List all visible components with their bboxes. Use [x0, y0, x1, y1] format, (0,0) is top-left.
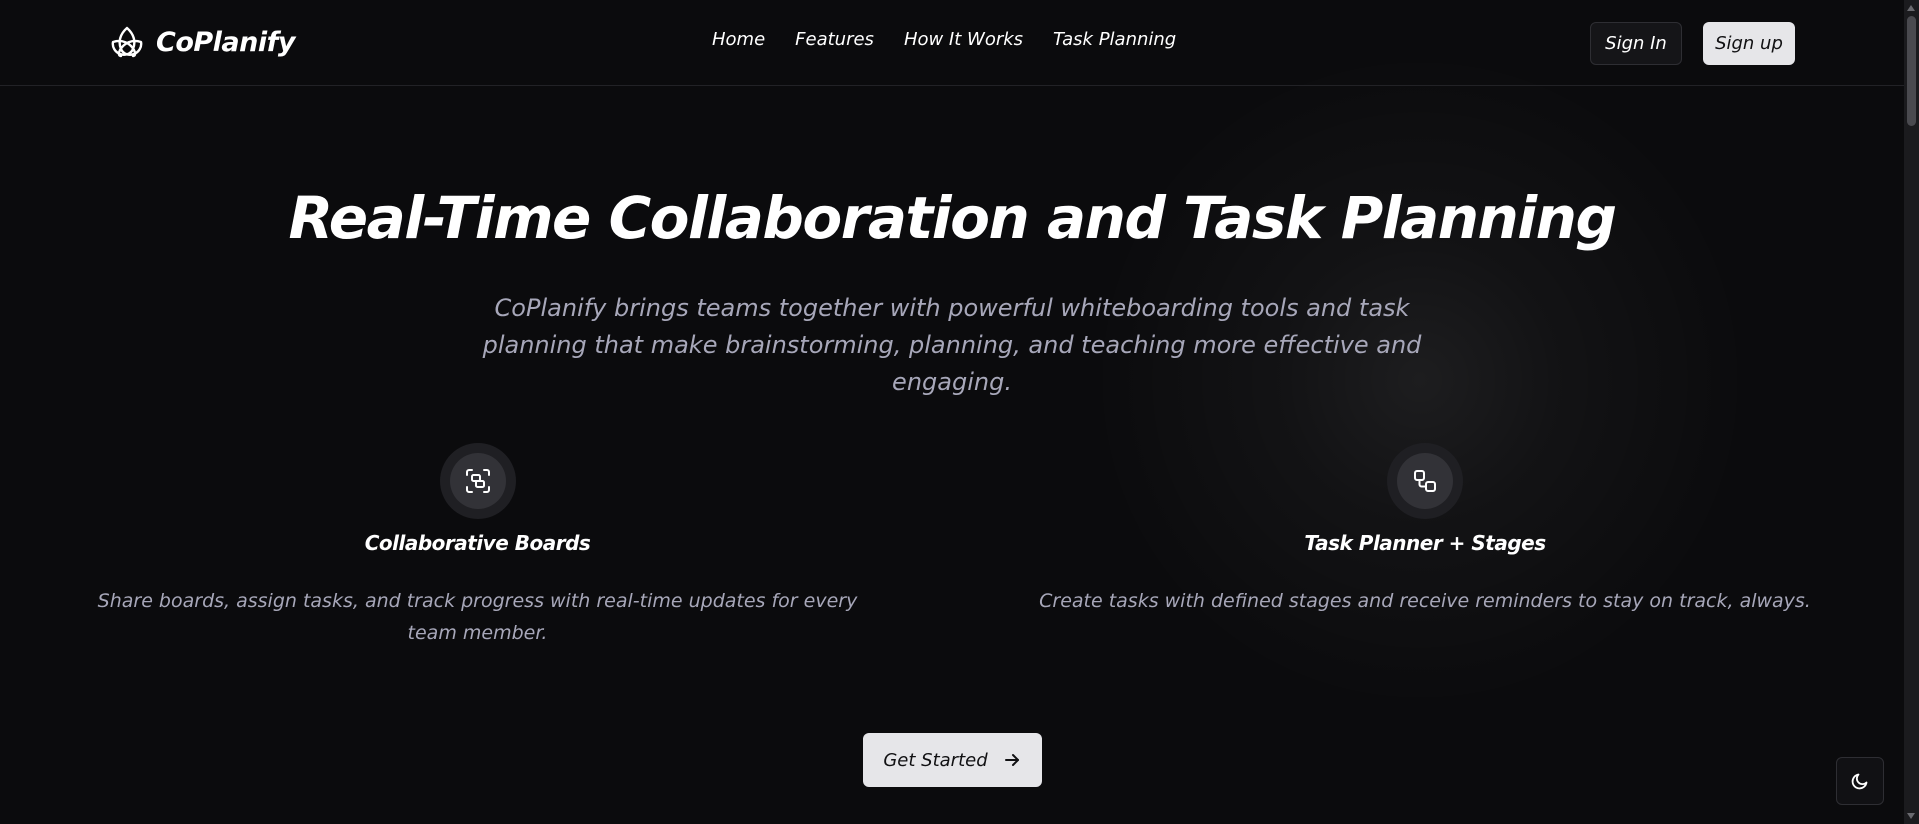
feature-title: Collaborative Boards: [364, 531, 591, 555]
feature-task-planner: Task Planner + Stages Create tasks with …: [1025, 443, 1825, 617]
feature-collaborative-boards: Collaborative Boards Share boards, assig…: [60, 443, 895, 649]
arrow-right-icon: [1004, 754, 1019, 766]
brand-name: CoPlanify: [156, 26, 295, 58]
theme-toggle-button[interactable]: [1836, 757, 1884, 805]
navbar: CoPlanify Home Features How It Works Tas…: [0, 0, 1904, 86]
scroll-up-arrow-icon[interactable]: [1907, 5, 1915, 11]
moon-icon: [1851, 773, 1868, 790]
triquetra-logo-icon: [111, 26, 143, 58]
feature-title: Task Planner + Stages: [1304, 531, 1546, 555]
nav-link-task-planning[interactable]: Task Planning: [1053, 29, 1176, 50]
feature-icon-badge: [439, 443, 516, 519]
hero-subtitle: CoPlanify brings teams together with pow…: [482, 294, 1422, 396]
vertical-scrollbar[interactable]: [1904, 0, 1919, 824]
nav-link-home[interactable]: Home: [712, 29, 765, 50]
get-started-button[interactable]: Get Started: [863, 733, 1042, 787]
scan-frame-icon: [465, 469, 490, 493]
scroll-down-arrow-icon[interactable]: [1907, 813, 1915, 819]
nav-link-how-it-works[interactable]: How It Works: [904, 29, 1023, 50]
linked-squares-icon: [1414, 470, 1436, 492]
sign-in-button[interactable]: Sign In: [1590, 22, 1682, 65]
hero-title: Real-Time Collaboration and Task Plannin…: [288, 184, 1618, 252]
scrollbar-thumb[interactable]: [1907, 16, 1916, 126]
feature-icon-badge: [1387, 443, 1463, 519]
get-started-label: Get Started: [883, 749, 988, 771]
brand-logo[interactable]: CoPlanify: [110, 24, 295, 60]
landing-page: CoPlanify Home Features How It Works Tas…: [0, 0, 1919, 824]
sign-up-button[interactable]: Sign up: [1703, 22, 1795, 65]
nav-link-features[interactable]: Features: [795, 29, 874, 50]
feature-description: Create tasks with defined stages and rec…: [1039, 590, 1811, 612]
feature-description: Share boards, assign tasks, and track pr…: [97, 590, 858, 644]
main-nav: Home Features How It Works Task Planning: [712, 29, 1176, 50]
